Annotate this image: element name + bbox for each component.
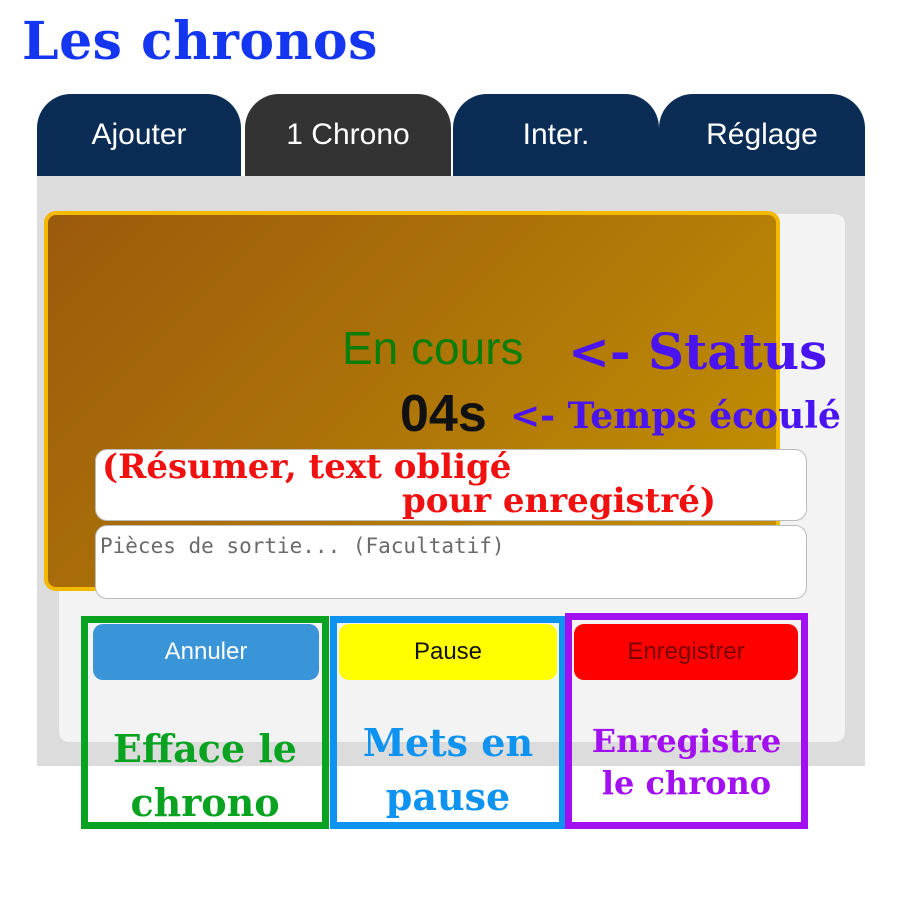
summary-annotation-line2: pour enregistré)	[402, 481, 716, 521]
pieces-input[interactable]	[95, 525, 807, 599]
page-title: Les chronos	[22, 11, 378, 72]
pause-annotation-line1: Mets en	[362, 720, 534, 765]
tab-bar: Ajouter 1 Chrono Inter. Réglage	[37, 94, 865, 176]
save-annotation: Enregistre le chrono	[572, 720, 801, 804]
tab-reglage[interactable]: Réglage	[659, 94, 865, 176]
save-annotation-line1: Enregistre	[591, 722, 782, 760]
chrono-status: En cours	[342, 322, 524, 374]
cancel-annotation-line2: chrono	[130, 780, 280, 825]
tab-chrono[interactable]: 1 Chrono	[245, 94, 451, 176]
status-annotation: <- Status	[568, 322, 828, 381]
tab-ajouter[interactable]: Ajouter	[37, 94, 241, 176]
tab-inter[interactable]: Inter.	[453, 94, 659, 176]
pause-annotation-line2: pause	[385, 774, 511, 819]
elapsed-annotation: <- Temps écoulé	[510, 395, 841, 437]
cancel-annotation-line1: Efface le	[113, 726, 297, 771]
cancel-annotation: Efface le chrono	[88, 722, 322, 830]
pause-annotation: Mets en pause	[337, 716, 559, 824]
elapsed-time: 04s	[400, 385, 487, 443]
save-annotation-line2: le chrono	[601, 764, 772, 802]
